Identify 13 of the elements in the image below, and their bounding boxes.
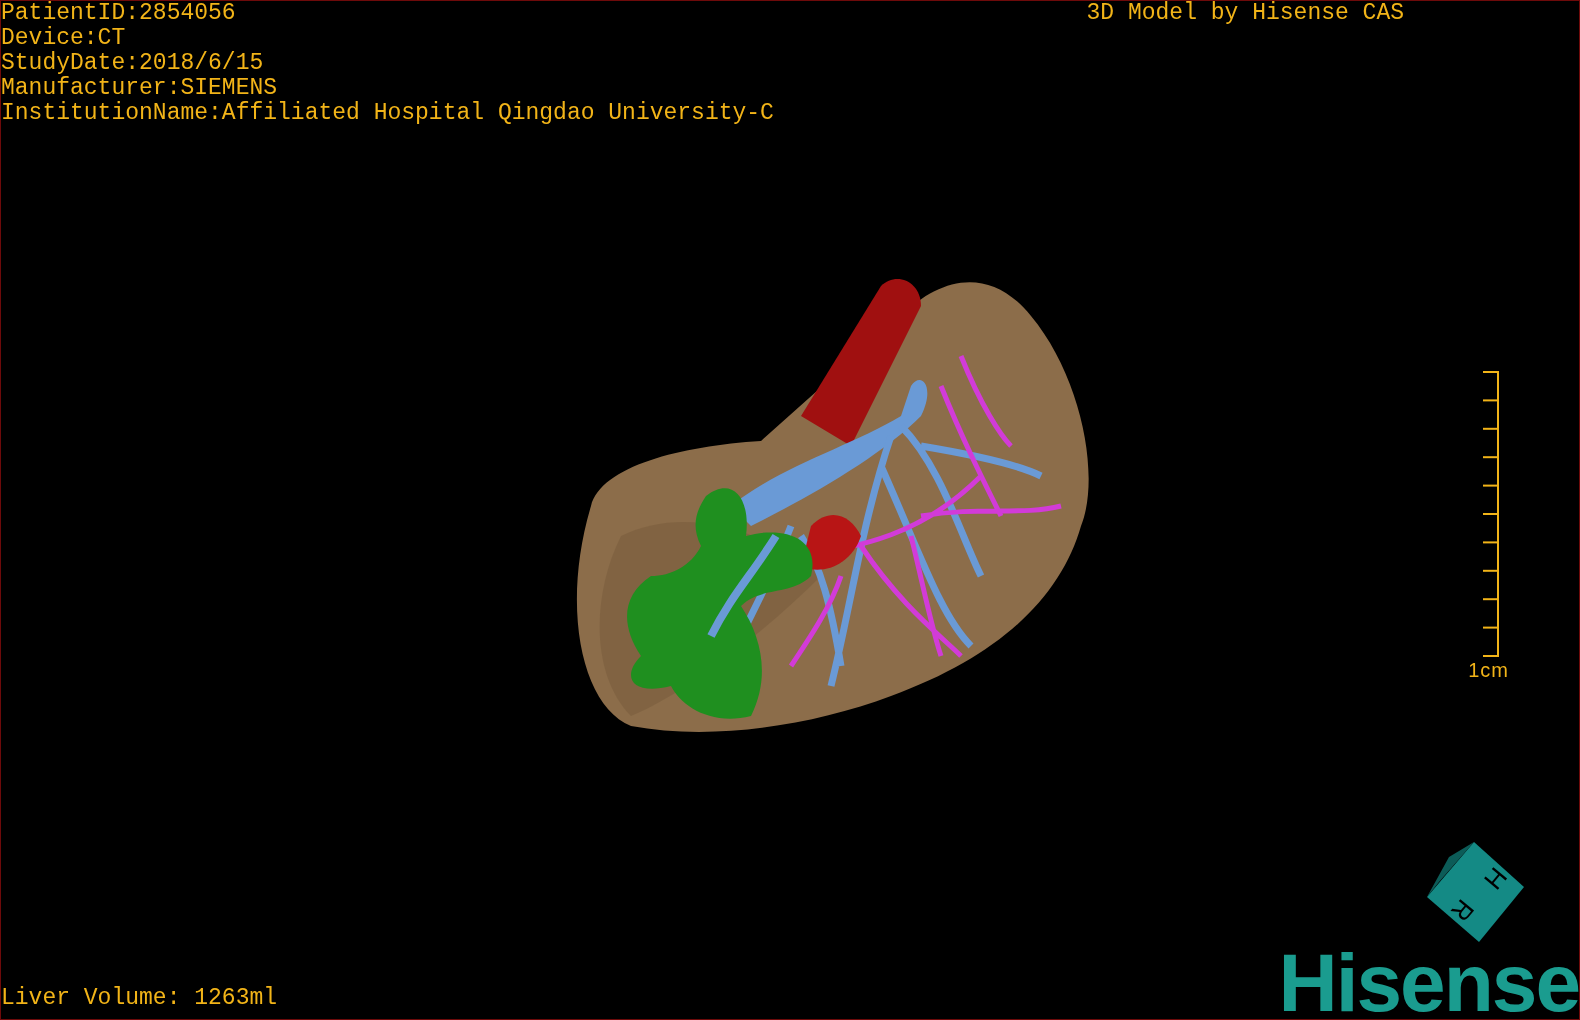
info-text: PatientID:2854056	[1, 1, 236, 26]
orientation-cube[interactable]	[1427, 842, 1524, 942]
info-text: Manufacturer:SIEMENS	[1, 76, 278, 101]
cube-face-label: R	[1445, 893, 1481, 928]
scale-label: 1cm	[1468, 659, 1509, 681]
caption-text: 3D Model by Hisense CAS	[1086, 1, 1404, 26]
scale-bar-icon	[1483, 371, 1501, 659]
cube-face-label: H	[1478, 861, 1514, 896]
logo-text: Hisense	[1278, 947, 1579, 1019]
info-text: InstitutionName:Affiliated Hospital Qingdao University-C	[1, 101, 774, 126]
info-text: Device:CT	[1, 26, 126, 51]
liver-volume-text: Liver Volume: 1263ml	[1, 986, 278, 1011]
info-text: StudyDate:2018/6/15	[1, 51, 264, 76]
